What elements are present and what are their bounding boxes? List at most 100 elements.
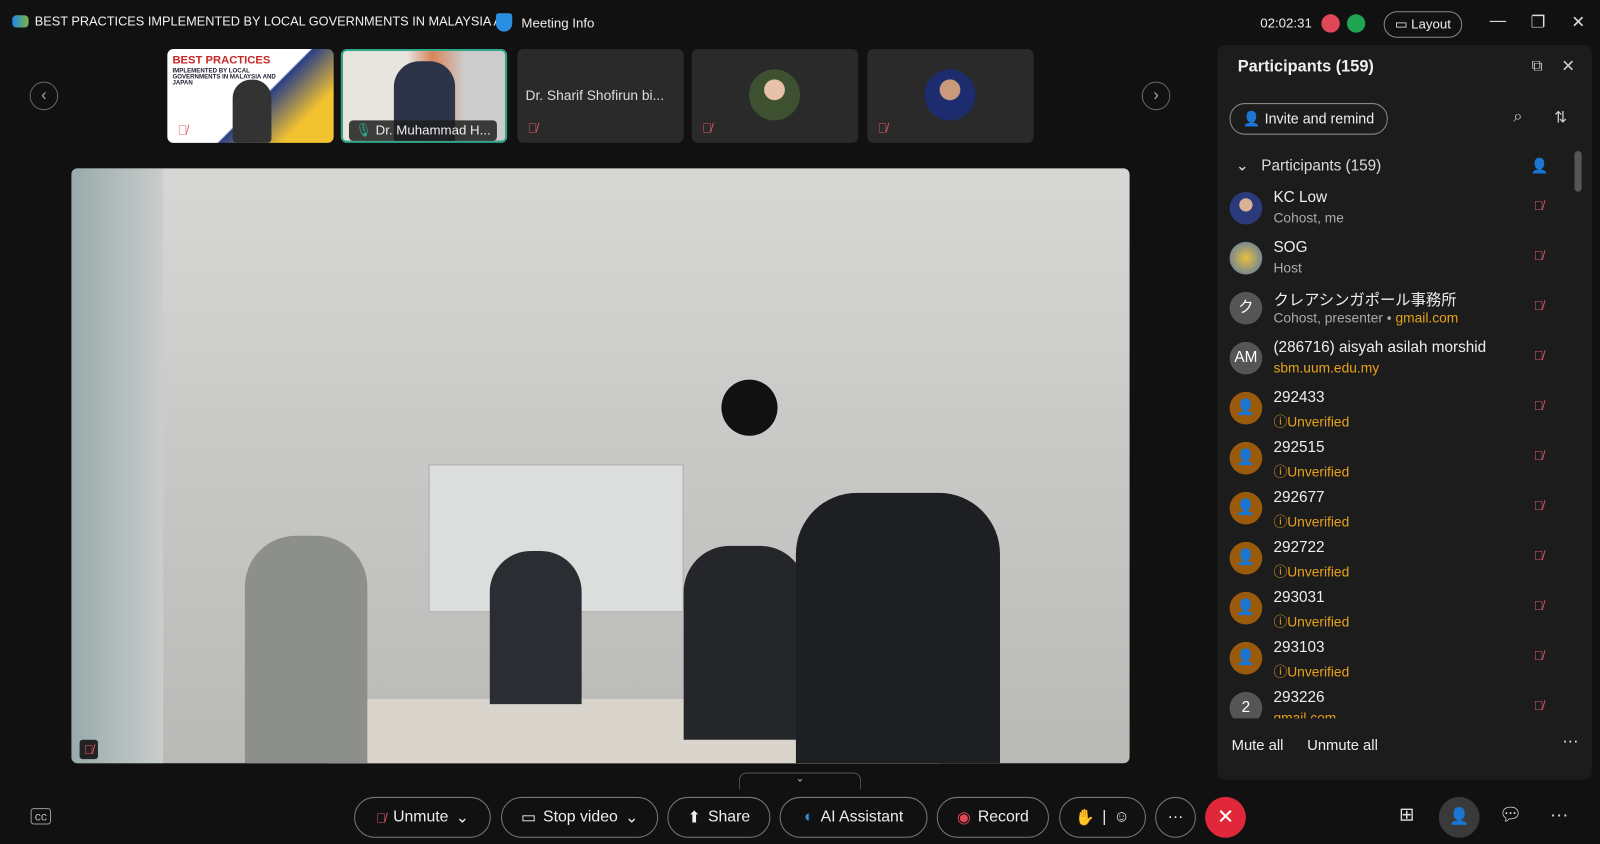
stop-video-button[interactable]: ▭ Stop video ⌄ <box>501 796 659 838</box>
chevron-down-icon[interactable]: ⌄ <box>625 808 638 827</box>
mic-muted-icon[interactable]: 🎙̸ <box>1534 548 1544 563</box>
next-thumbnails-button[interactable]: › <box>1141 81 1171 111</box>
invite-and-remind-button[interactable]: 👤 Invite and remind <box>1229 103 1388 135</box>
emoji-icon[interactable]: ☺ <box>1114 808 1130 826</box>
mic-muted-icon[interactable]: 🎙̸ <box>1534 448 1544 463</box>
mic-muted-icon[interactable]: 🎙̸ <box>1534 248 1544 263</box>
sort-icon[interactable]: ⇅ <box>1554 108 1567 126</box>
webex-logo-icon <box>12 15 29 28</box>
more-options-icon[interactable]: ··· <box>1550 804 1568 825</box>
participant-name: 292515 <box>1273 438 1325 457</box>
participant-row[interactable]: ク クレアシンガポール事務所 Cohost, presenter • gmail… <box>1217 288 1591 338</box>
participant-detail: Unverified <box>1287 564 1350 580</box>
search-icon[interactable]: ⌕ <box>1513 108 1522 126</box>
slide-title: BEST PRACTICES <box>172 54 271 67</box>
collapse-toolbar-button[interactable]: ⌄ <box>738 772 862 790</box>
video-thumbnail[interactable]: Dr. Sharif Shofirun bi... 🎙̸ <box>517 48 684 143</box>
mic-muted-icon: 🎙̸ <box>702 120 712 136</box>
apps-icon[interactable]: ⊞ <box>1399 804 1414 825</box>
unverified-icon: ⓘ <box>1273 614 1288 630</box>
share-label: Share <box>707 808 751 826</box>
participant-status: ⓘUnverified <box>1273 560 1349 580</box>
participant-status: ⓘUnverified <box>1273 510 1349 530</box>
mic-muted-icon[interactable]: 🎙̸ <box>1534 398 1544 413</box>
participant-name: KC Low <box>1273 188 1328 207</box>
participant-avatar: 2 <box>1229 691 1263 719</box>
ai-assistant-button[interactable]: ◐ AI Assistant <box>779 796 928 838</box>
participant-row[interactable]: 👤 292722 ⓘUnverified 🎙̸ <box>1217 538 1591 588</box>
mic-muted-icon[interactable]: 🎙̸ <box>1534 298 1544 313</box>
speaker-name-tag: 🎙 Dr. Muhammad H... <box>348 120 497 141</box>
video-thumbnail[interactable]: BEST PRACTICES IMPLEMENTED BY LOCAL GOVE… <box>167 48 334 143</box>
mic-muted-icon[interactable]: 🎙̸ <box>1534 648 1544 663</box>
group-header[interactable]: ⌄ Participants (159) <box>1236 156 1382 174</box>
main-video-stage[interactable]: 🎙̸ <box>71 168 1130 764</box>
participant-row[interactable]: 👤 293103 ⓘUnverified 🎙̸ <box>1217 638 1591 688</box>
raise-hand-icon[interactable]: ✋ <box>1075 808 1095 827</box>
more-button[interactable]: ··· <box>1155 796 1196 838</box>
record-button[interactable]: ◉ Record <box>936 796 1049 838</box>
participant-name: 293226 <box>1273 688 1325 707</box>
restore-icon[interactable]: ❐ <box>1531 12 1546 32</box>
meeting-info-button[interactable]: Meeting Info <box>495 13 594 32</box>
unmute-button[interactable]: 🎙̸ Unmute ⌄ <box>354 796 491 838</box>
participant-avatar: 👤 <box>1229 641 1263 675</box>
participants-toggle-button[interactable]: 👤 <box>1438 796 1480 838</box>
leave-meeting-button[interactable]: ✕ <box>1205 796 1246 838</box>
more-options-icon[interactable]: ··· <box>1562 733 1578 751</box>
participant-row[interactable]: 👤 293031 ⓘUnverified 🎙̸ <box>1217 588 1591 638</box>
person <box>244 535 368 764</box>
participant-status: ⓘUnverified <box>1273 660 1349 680</box>
close-panel-icon[interactable]: ✕ <box>1561 56 1575 76</box>
stop-video-label: Stop video <box>543 808 618 826</box>
participant-avatar <box>1229 191 1263 225</box>
unverified-icon: ⓘ <box>1273 514 1288 530</box>
participant-avatar: 👤 <box>1229 591 1263 625</box>
participant-name: 293103 <box>1273 638 1325 657</box>
network-health-icon[interactable] <box>1346 14 1366 33</box>
participant-role: Host <box>1273 260 1302 276</box>
participant-avatar: AM <box>1229 341 1263 375</box>
close-window-icon[interactable]: ✕ <box>1571 12 1585 32</box>
meeting-timer: 02:02:31 <box>1260 15 1312 31</box>
slide-subtitle: IMPLEMENTED BY LOCAL GOVERNMENTS IN MALA… <box>172 68 276 87</box>
unmute-all-button[interactable]: Unmute all <box>1307 738 1378 754</box>
minimize-icon[interactable]: — <box>1490 12 1506 30</box>
participant-avatar: ク <box>1229 291 1263 325</box>
mic-muted-icon[interactable]: 🎙̸ <box>1534 598 1544 613</box>
recording-indicator-icon[interactable] <box>1321 14 1340 33</box>
participant-row[interactable]: 2 293226 gmail.com 🎙̸ <box>1217 688 1591 719</box>
chat-icon[interactable]: 💬︎ <box>1499 804 1522 825</box>
mic-muted-icon[interactable]: 🎙̸ <box>1534 198 1544 213</box>
pop-out-icon[interactable]: ⧉ <box>1532 57 1543 74</box>
participant-name: 292677 <box>1273 488 1325 507</box>
participant-row[interactable]: SOG Host 🎙̸ <box>1217 238 1591 288</box>
room-window <box>71 168 164 764</box>
chevron-down-icon[interactable]: ⌄ <box>456 808 469 827</box>
prev-thumbnails-button[interactable]: ‹ <box>29 81 59 111</box>
share-button[interactable]: ⬆ Share <box>667 796 771 838</box>
participant-detail: Unverified <box>1287 464 1350 480</box>
participant-row[interactable]: 👤 292515 ⓘUnverified 🎙̸ <box>1217 438 1591 488</box>
video-thumbnail[interactable]: 🎙̸ <box>691 48 859 143</box>
mic-muted-icon[interactable]: 🎙̸ <box>1534 348 1544 363</box>
closed-captions-icon[interactable]: cc <box>30 808 52 825</box>
participant-avatar <box>924 69 976 121</box>
scrollbar[interactable] <box>1574 151 1582 192</box>
reactions-button[interactable]: ✋ | ☺ <box>1059 796 1146 838</box>
participant-row[interactable]: 👤 292433 ⓘUnverified 🎙̸ <box>1217 388 1591 438</box>
ai-assistant-icon: ◐ <box>803 808 814 826</box>
layout-button[interactable]: ▭ Layout <box>1383 11 1463 38</box>
invite-label: Invite and remind <box>1264 110 1375 127</box>
mic-muted-icon[interactable]: 🎙̸ <box>1534 698 1544 713</box>
participant-detail: gmail.com <box>1273 710 1337 719</box>
mute-all-button[interactable]: Mute all <box>1232 738 1284 754</box>
mic-muted-icon[interactable]: 🎙̸ <box>1534 498 1544 513</box>
video-thumbnail[interactable]: 🎙̸ <box>867 48 1034 143</box>
participant-detail: sbm.uum.edu.my <box>1273 360 1380 376</box>
participant-row[interactable]: 👤 292677 ⓘUnverified 🎙̸ <box>1217 488 1591 538</box>
participant-detail: Unverified <box>1287 614 1350 630</box>
participant-row[interactable]: KC Low Cohost, me 🎙̸ <box>1217 188 1591 238</box>
video-thumbnail-active-speaker[interactable]: 🎙 Dr. Muhammad H... <box>340 48 508 143</box>
participant-row[interactable]: AM (286716) aisyah asilah morshid sbm.uu… <box>1217 338 1591 388</box>
